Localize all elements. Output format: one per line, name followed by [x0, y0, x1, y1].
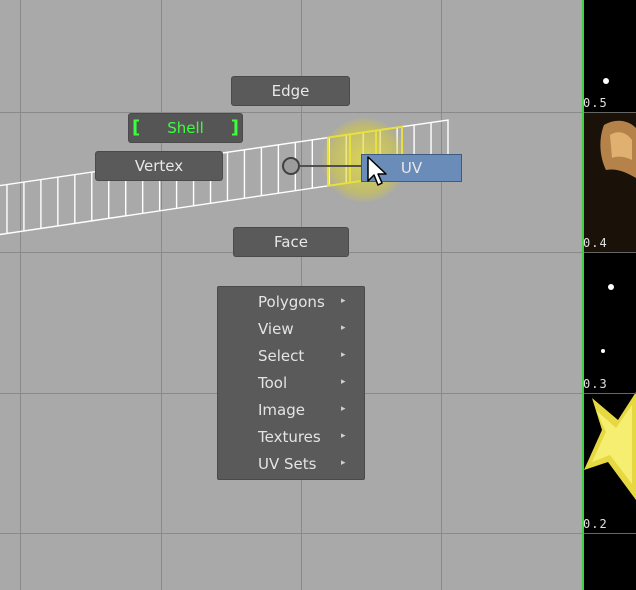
axis-tick — [584, 252, 636, 253]
menu-item-label: Polygons — [258, 293, 325, 311]
menu-item-uv-sets[interactable]: UV Sets ▸ — [218, 451, 364, 478]
star-dot — [601, 349, 605, 353]
menu-item-textures[interactable]: Textures ▸ — [218, 424, 364, 451]
menu-item-label: Tool — [258, 374, 288, 392]
axis-tick — [584, 393, 636, 394]
axis-label: 0.4 — [583, 236, 608, 250]
face-label: Face — [274, 233, 308, 251]
axis-label: 0.2 — [583, 517, 608, 531]
hotbox-menu-panel: Polygons ▸ View ▸ Select ▸ Tool ▸ Image … — [217, 286, 365, 480]
menu-item-label: Textures — [258, 428, 321, 446]
menu-item-label: View — [258, 320, 294, 338]
menu-item-select[interactable]: Select ▸ — [218, 343, 364, 370]
shell-label: Shell — [167, 119, 204, 137]
marking-menu-line — [300, 165, 362, 167]
submenu-arrow-icon: ▸ — [341, 350, 346, 360]
edge-label: Edge — [271, 82, 310, 100]
star-dot — [603, 78, 609, 84]
texture-border — [582, 0, 584, 590]
edge-button[interactable]: Edge — [232, 77, 349, 105]
uv-editor-viewport[interactable]: Edge [ Shell ] Vertex UV Face Polygons ▸… — [0, 0, 582, 590]
menu-item-label: Select — [258, 347, 305, 365]
menu-item-polygons[interactable]: Polygons ▸ — [218, 289, 364, 316]
bracket-left-icon: [ — [132, 117, 141, 138]
axis-tick — [584, 533, 636, 534]
texture-image-panel — [582, 0, 636, 590]
uv-label: UV — [400, 159, 423, 177]
submenu-arrow-icon: ▸ — [341, 404, 346, 414]
submenu-arrow-icon: ▸ — [341, 458, 346, 468]
submenu-arrow-icon: ▸ — [341, 323, 346, 333]
submenu-arrow-icon: ▸ — [341, 296, 346, 306]
menu-item-image[interactable]: Image ▸ — [218, 397, 364, 424]
axis-label: 0.5 — [583, 96, 608, 110]
bracket-right-icon: ] — [230, 117, 239, 138]
menu-item-tool[interactable]: Tool ▸ — [218, 370, 364, 397]
menu-item-label: Image — [258, 401, 305, 419]
shell-button[interactable]: [ Shell ] — [129, 114, 242, 142]
face-button[interactable]: Face — [234, 228, 348, 256]
submenu-arrow-icon: ▸ — [341, 377, 346, 387]
menu-item-view[interactable]: View ▸ — [218, 316, 364, 343]
star-dot — [608, 284, 614, 290]
texture-image — [582, 112, 636, 500]
vertex-label: Vertex — [134, 157, 184, 175]
axis-label: 0.3 — [583, 377, 608, 391]
menu-item-label: UV Sets — [258, 455, 317, 473]
arrow-pointer-icon — [367, 156, 387, 186]
marking-menu-center — [282, 157, 300, 175]
axis-tick — [584, 112, 636, 113]
submenu-arrow-icon: ▸ — [341, 431, 346, 441]
vertex-button[interactable]: Vertex — [96, 152, 222, 180]
